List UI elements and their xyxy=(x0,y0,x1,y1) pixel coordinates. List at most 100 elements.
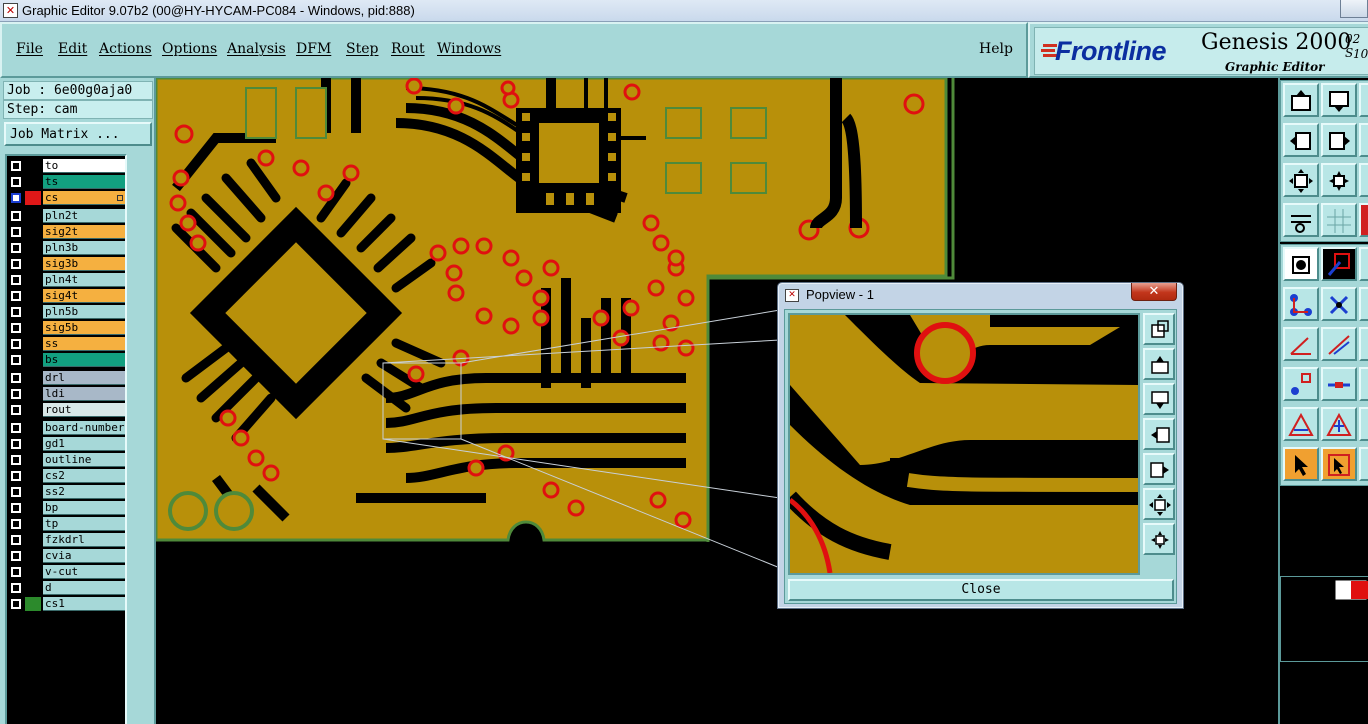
layer-name[interactable]: ts xyxy=(43,175,125,189)
layer-row[interactable]: cs xyxy=(7,190,125,206)
layer-row[interactable]: pln4t xyxy=(7,272,125,288)
grid-button[interactable] xyxy=(1321,203,1357,237)
layer-row[interactable]: tp xyxy=(7,516,125,532)
layer-name[interactable]: cs2 xyxy=(43,469,125,483)
menu-edit[interactable]: Edit xyxy=(58,41,87,57)
layer-row[interactable]: d xyxy=(7,580,125,596)
layer-checkbox[interactable] xyxy=(10,242,22,254)
layer-swatch[interactable] xyxy=(25,353,41,367)
layer-checkbox[interactable] xyxy=(10,486,22,498)
tool-overflow-7[interactable] xyxy=(1359,367,1368,401)
layer-name[interactable]: bp xyxy=(43,501,125,515)
layer-swatch[interactable] xyxy=(25,533,41,547)
layer-row[interactable]: sig2t xyxy=(7,224,125,240)
layer-row[interactable]: to xyxy=(7,158,125,174)
pan-right-button[interactable] xyxy=(1321,123,1357,157)
layer-row[interactable]: ss2 xyxy=(7,484,125,500)
layer-row[interactable]: fzkdrl xyxy=(7,532,125,548)
layer-checkbox[interactable] xyxy=(10,160,22,172)
layer-name[interactable]: sig3b xyxy=(43,257,125,271)
title-bar[interactable]: ✕ Graphic Editor 9.07b2 (00@HY-HYCAM-PC0… xyxy=(0,0,1368,22)
layer-row[interactable]: sig5b xyxy=(7,320,125,336)
layer-name[interactable]: bs xyxy=(43,353,125,367)
layer-swatch[interactable] xyxy=(25,241,41,255)
layer-swatch[interactable] xyxy=(25,209,41,223)
popview-zoom-down-button[interactable] xyxy=(1143,383,1175,415)
layer-checkbox[interactable] xyxy=(10,454,22,466)
layer-swatch[interactable] xyxy=(25,517,41,531)
layer-row[interactable]: rout xyxy=(7,402,125,418)
layer-swatch[interactable] xyxy=(25,191,41,205)
layer-row[interactable]: cs1 xyxy=(7,596,125,612)
layer-checkbox[interactable] xyxy=(10,372,22,384)
overview-panel[interactable] xyxy=(1280,576,1368,662)
layer-row[interactable]: pln5b xyxy=(7,304,125,320)
layer-checkbox[interactable] xyxy=(10,470,22,482)
layer-swatch[interactable] xyxy=(25,421,41,435)
angle-button[interactable] xyxy=(1283,327,1319,361)
layer-row[interactable]: sig4t xyxy=(7,288,125,304)
tool-overflow-1[interactable] xyxy=(1359,83,1368,117)
net-connect-button[interactable] xyxy=(1283,287,1319,321)
popview-center-button[interactable] xyxy=(1143,523,1175,555)
layer-row[interactable]: ss xyxy=(7,336,125,352)
layer-checkbox[interactable] xyxy=(10,566,22,578)
layer-name[interactable]: outline xyxy=(43,453,125,467)
layer-row[interactable]: bp xyxy=(7,500,125,516)
layer-name[interactable]: sig4t xyxy=(43,289,125,303)
layer-swatch[interactable] xyxy=(25,501,41,515)
layer-swatch[interactable] xyxy=(25,565,41,579)
layer-name[interactable]: board-number xyxy=(43,421,125,435)
layer-checkbox[interactable] xyxy=(10,322,22,334)
tool-overflow-4[interactable] xyxy=(1359,247,1368,281)
pointer-red-button[interactable] xyxy=(1321,447,1357,481)
layer-checkbox[interactable] xyxy=(10,502,22,514)
layer-swatch[interactable] xyxy=(25,549,41,563)
layer-swatch[interactable] xyxy=(25,225,41,239)
layer-name[interactable]: drl xyxy=(43,371,125,385)
popview-zoom-up-button[interactable] xyxy=(1143,348,1175,380)
layer-row[interactable]: drl xyxy=(7,370,125,386)
menu-dfm[interactable]: DFM xyxy=(296,41,331,57)
layer-name[interactable]: tp xyxy=(43,517,125,531)
layer-checkbox[interactable] xyxy=(10,210,22,222)
job-matrix-button[interactable]: Job Matrix ... xyxy=(4,122,152,146)
zoom-down-button[interactable] xyxy=(1321,83,1357,117)
menu-file[interactable]: File xyxy=(16,41,43,57)
layer-row[interactable]: ts xyxy=(7,174,125,190)
menu-windows[interactable]: Windows xyxy=(437,41,501,57)
layer-row[interactable]: board-number xyxy=(7,420,125,436)
layer-name[interactable]: pln4t xyxy=(43,273,125,287)
line-button[interactable] xyxy=(1321,327,1357,361)
layer-swatch[interactable] xyxy=(25,175,41,189)
layer-name[interactable]: ss2 xyxy=(43,485,125,499)
layer-row[interactable]: v-cut xyxy=(7,564,125,580)
menu-analysis[interactable]: Analysis xyxy=(227,41,286,57)
layer-swatch[interactable] xyxy=(25,371,41,385)
tool-overflow-9[interactable] xyxy=(1359,447,1368,481)
layer-name[interactable]: fzkdrl xyxy=(43,533,125,547)
layer-checkbox[interactable] xyxy=(10,438,22,450)
layer-checkbox[interactable] xyxy=(10,518,22,530)
layer-name[interactable]: sig2t xyxy=(43,225,125,239)
layer-checkbox[interactable] xyxy=(10,534,22,546)
layer-swatch[interactable] xyxy=(25,387,41,401)
layer-name[interactable]: pln3b xyxy=(43,241,125,255)
layer-swatch[interactable] xyxy=(25,159,41,173)
cross-button[interactable] xyxy=(1321,287,1357,321)
popview-zoom-view[interactable] xyxy=(788,313,1140,575)
layer-swatch[interactable] xyxy=(25,403,41,417)
menu-actions[interactable]: Actions xyxy=(99,41,152,57)
layer-checkbox[interactable] xyxy=(10,274,22,286)
layer-swatch[interactable] xyxy=(25,453,41,467)
menu-help[interactable]: Help xyxy=(979,41,1013,57)
layer-row[interactable]: outline xyxy=(7,452,125,468)
layer-checkbox[interactable] xyxy=(10,598,22,610)
layer-row[interactable]: pln3b xyxy=(7,240,125,256)
menu-options[interactable]: Options xyxy=(162,41,217,57)
triangle-red-button[interactable] xyxy=(1321,407,1357,441)
layer-name[interactable]: rout xyxy=(43,403,125,417)
layer-swatch[interactable] xyxy=(25,257,41,271)
move-button[interactable] xyxy=(1321,367,1357,401)
layer-row[interactable]: pln2t xyxy=(7,208,125,224)
